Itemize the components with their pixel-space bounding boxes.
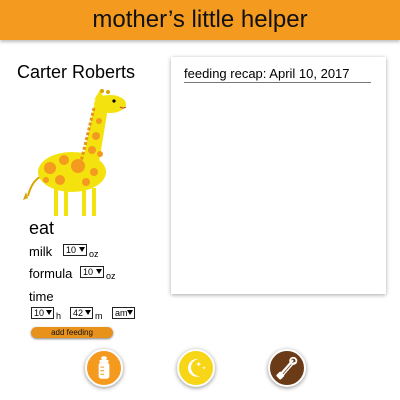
- time-ampm-value: am: [115, 308, 128, 318]
- moon-stars-icon: [187, 358, 206, 377]
- milk-unit: oz: [89, 249, 99, 259]
- time-minute-value: 42: [73, 308, 84, 318]
- time-minute-unit: m: [95, 311, 103, 321]
- app-header: mother’s little helper: [0, 0, 400, 40]
- time-minute-select[interactable]: 42: [70, 307, 93, 319]
- time-label: time: [29, 289, 54, 304]
- eat-section-title: eat: [29, 218, 55, 238]
- time-ampm-select[interactable]: am: [112, 307, 135, 319]
- app-title: mother’s little helper: [92, 6, 308, 33]
- time-hour-unit: h: [56, 311, 62, 321]
- milk-amount-select[interactable]: 10: [63, 244, 87, 256]
- chevron-down-icon: [46, 310, 52, 315]
- feeding-nav-button[interactable]: [85, 349, 123, 387]
- diaper-nav-button[interactable]: [268, 349, 306, 387]
- chevron-down-icon: [127, 310, 133, 315]
- bottle-icon: [98, 356, 110, 379]
- time-hour-value: 10: [34, 308, 45, 318]
- chevron-down-icon: [79, 247, 85, 252]
- milk-amount-value: 10: [66, 245, 77, 255]
- chevron-down-icon: [96, 269, 102, 274]
- feeding-recap-panel: feeding recap: April 10, 2017: [171, 57, 386, 294]
- chevron-down-icon: [85, 310, 91, 315]
- formula-amount-select[interactable]: 10: [80, 266, 104, 278]
- formula-unit: oz: [106, 271, 116, 281]
- milk-label: milk: [29, 244, 53, 259]
- time-hour-select[interactable]: 10: [31, 307, 54, 319]
- formula-amount-value: 10: [83, 267, 94, 277]
- diaper-pin-icon: [276, 356, 298, 380]
- child-name: Carter Roberts: [17, 62, 136, 82]
- add-feeding-button[interactable]: add feeding: [31, 327, 113, 338]
- feeding-recap-title: feeding recap: April 10, 2017: [184, 66, 371, 83]
- sleep-nav-button[interactable]: [177, 349, 215, 387]
- giraffe-illustration: [23, 89, 127, 216]
- formula-label: formula: [29, 266, 73, 281]
